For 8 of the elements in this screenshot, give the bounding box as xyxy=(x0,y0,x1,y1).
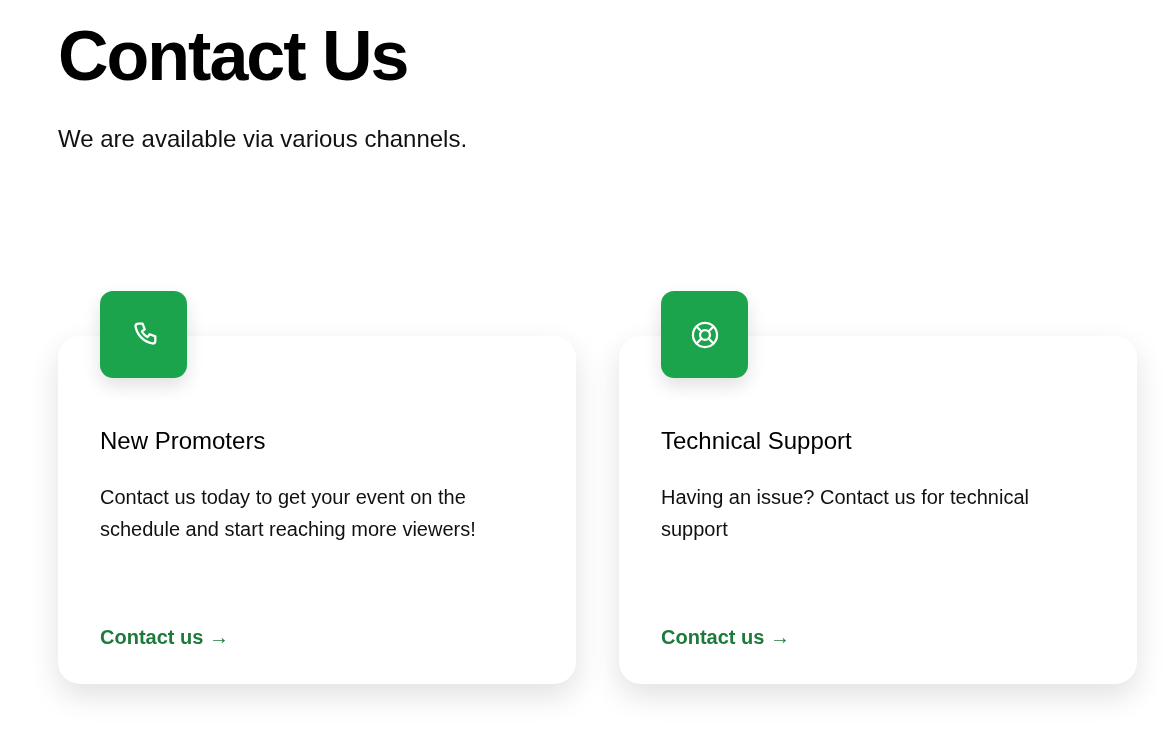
contact-link[interactable]: Contact us → xyxy=(661,623,790,652)
contact-link[interactable]: Contact us → xyxy=(100,623,229,652)
card-title: New Promoters xyxy=(100,426,266,457)
card-title: Technical Support xyxy=(661,426,852,457)
card-description: Contact us today to get your event on the schedule and start reaching more viewers! xyxy=(100,485,477,543)
page-title: Contact Us xyxy=(58,18,408,95)
page-subtitle: We are available via various channels. xyxy=(58,124,468,154)
card-description: Having an issue? Contact us for technical support xyxy=(661,485,1030,543)
